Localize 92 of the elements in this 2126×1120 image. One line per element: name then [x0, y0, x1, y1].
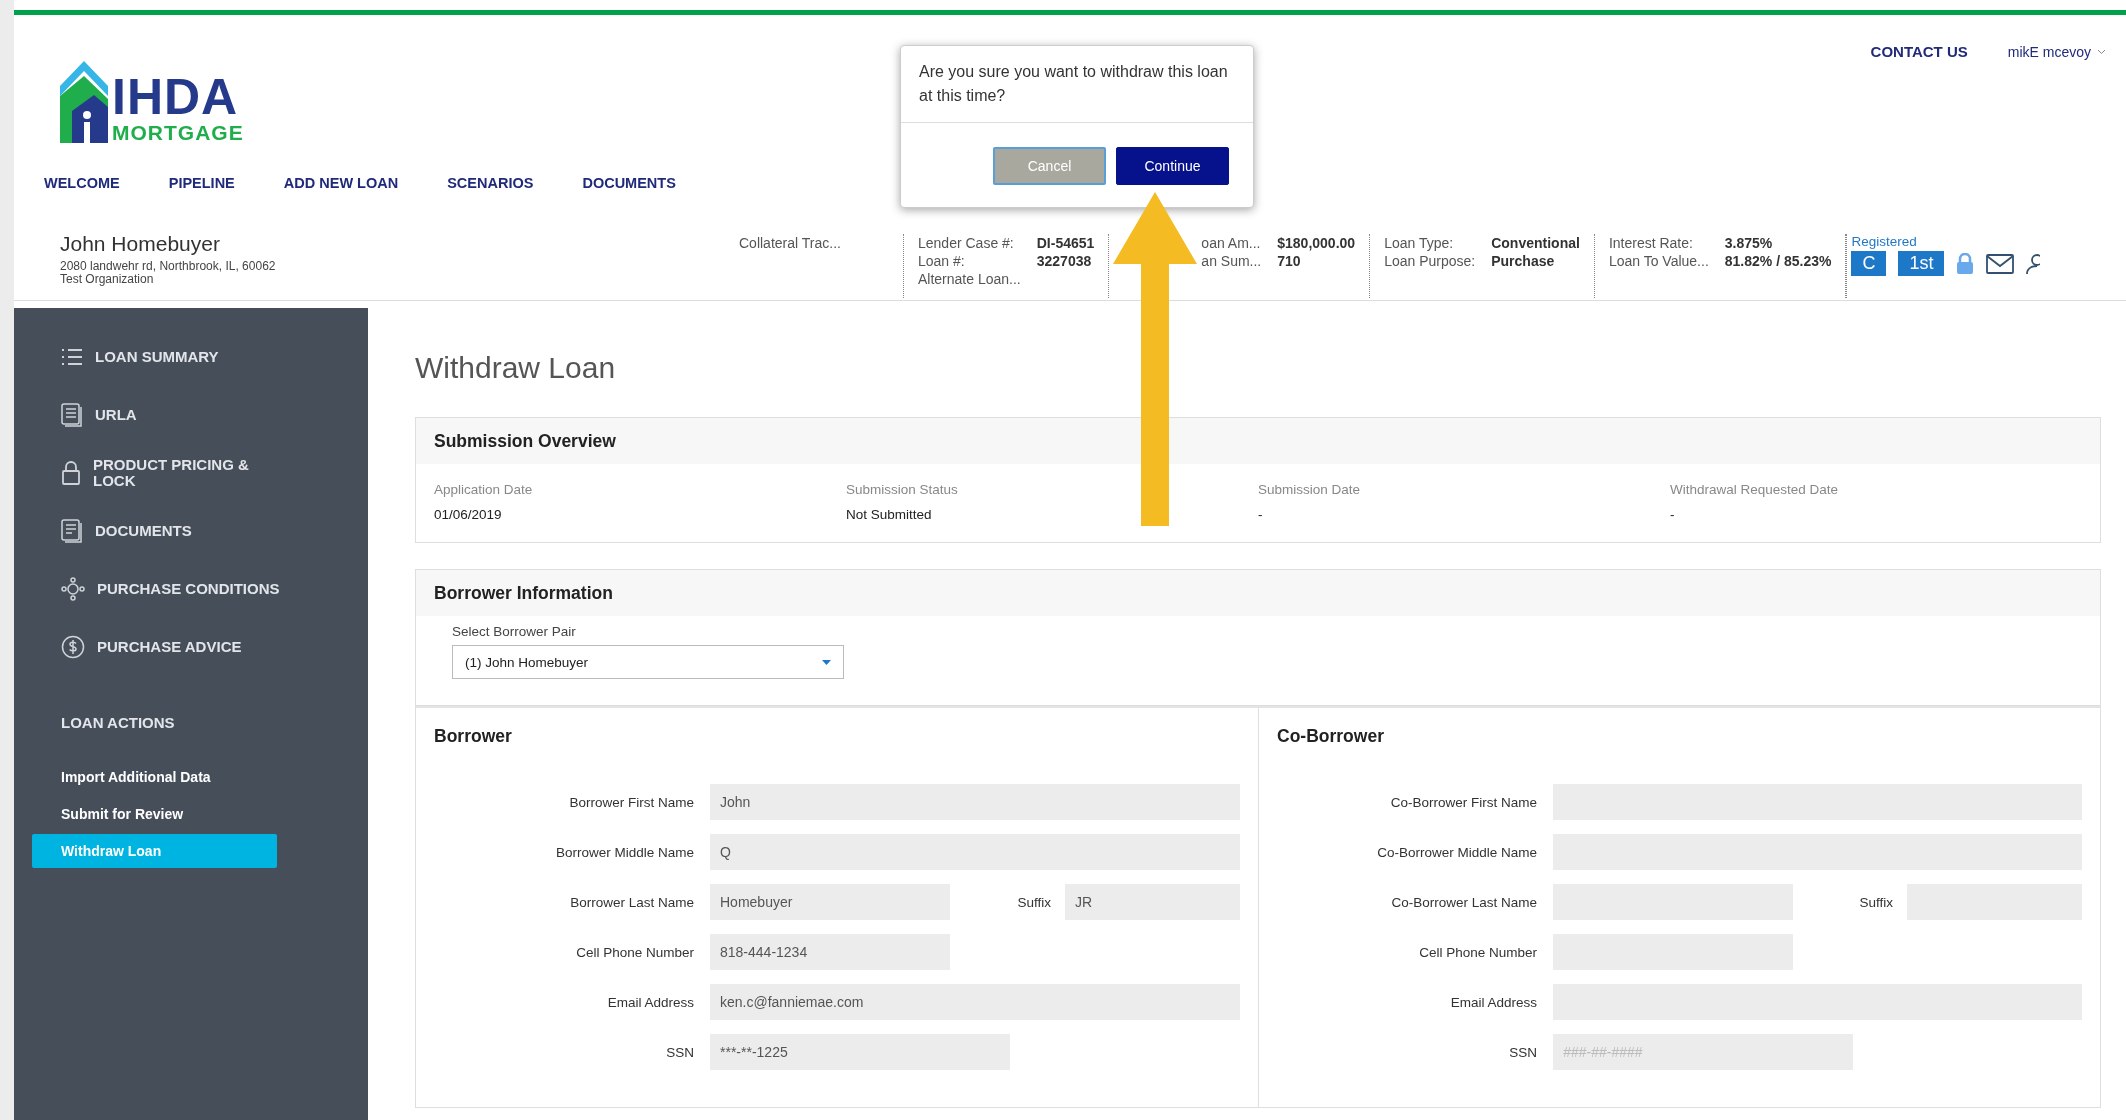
nav-link[interactable]: ADD NEW LOAN [283, 175, 399, 191]
house-icon [60, 61, 108, 143]
card-title: Borrower Information [416, 570, 2100, 616]
info-value: $180,000.00 [1277, 234, 1356, 252]
status-label: Registered [1851, 234, 1918, 249]
field-label: SSN [1508, 1044, 1537, 1060]
info-label: Loan Purpose: [1384, 252, 1476, 270]
field-label: Suffix [1016, 894, 1051, 910]
info-value: 3.875% [1724, 234, 1774, 252]
input-field[interactable]: ***-**-1225 [710, 1034, 1010, 1070]
field-label: Co-Borrower Last Name [1390, 894, 1537, 910]
field-value: Not Submitted [846, 507, 933, 522]
field-label: Borrower First Name [568, 794, 694, 810]
info-label: Lender Case #: [918, 234, 1015, 252]
nav-link[interactable]: PIPELINE [168, 175, 235, 191]
nav-link[interactable]: WELCOME [44, 175, 120, 191]
field-label: Withdrawal Requested Date [1670, 482, 1840, 497]
sidebar-item[interactable]: DOCUMENTS [14, 502, 368, 560]
info-label: Loan Type: [1384, 234, 1455, 252]
field-label: Submission Date [1258, 482, 1362, 497]
logo-name: IHDA [112, 72, 240, 122]
field-label: Email Address [1449, 994, 1537, 1010]
input-field[interactable]: John [710, 784, 1240, 820]
info-label: Interest Rate: [1608, 234, 1694, 252]
logo-tagline: MORTGAGE [112, 122, 244, 143]
field-value: 01/06/2019 [434, 507, 503, 522]
info-label: Loan To Value... [1608, 252, 1709, 270]
field-value: - [1258, 507, 1264, 522]
borrower-name: John Homebuyer [60, 232, 221, 256]
sidebar-item[interactable]: PRODUCT PRICING & LOCK [14, 444, 368, 502]
mail-icon[interactable] [1986, 253, 2015, 274]
field-label: Submission Status [846, 482, 959, 497]
caret-icon [822, 659, 831, 665]
user-menu[interactable]: mikE mcevoy [2007, 43, 2106, 60]
continue-button[interactable]: Continue [1116, 147, 1229, 185]
action-link[interactable]: Submit for Review [32, 797, 277, 831]
contact-link[interactable]: CONTACT US [1870, 43, 1968, 60]
field-label: Cell Phone Number [1418, 944, 1537, 960]
sidebar-item[interactable]: URLA [14, 386, 368, 444]
info-value: Purchase [1491, 252, 1556, 270]
input-field[interactable]: 818-444-1234 [710, 934, 950, 970]
field-label: Co-Borrower Middle Name [1376, 844, 1537, 860]
borrower-address: 2080 landwehr rd, Northbrook, IL, 60062 [60, 260, 277, 273]
status-badge: C [1851, 251, 1887, 276]
action-link[interactable]: Import Additional Data [32, 760, 277, 794]
sidebar-item[interactable]: PURCHASE ADVICE [14, 618, 368, 676]
info-label: Collateral Trac... [739, 234, 842, 252]
list-icon [61, 348, 83, 366]
field-label: Cell Phone Number [575, 944, 694, 960]
section-heading: LOAN ACTIONS [60, 713, 176, 733]
panel-title: Co-Borrower [1277, 726, 1385, 747]
info-value: 710 [1277, 252, 1302, 270]
info-label: Loan #: [918, 252, 966, 270]
lock-icon[interactable] [1956, 252, 1975, 275]
lock-icon [61, 461, 81, 485]
info-value: 3227038 [1036, 252, 1093, 270]
field-value: - [1670, 507, 1676, 522]
person-icon[interactable] [2026, 252, 2041, 275]
dialog-message: Are you sure you want to withdraw this loan at this time? [901, 46, 1253, 123]
sidebar-item[interactable]: PURCHASE CONDITIONS [14, 560, 368, 618]
sidebar-item[interactable]: LOAN SUMMARY [14, 328, 368, 386]
input-field[interactable]: Homebuyer [710, 884, 950, 920]
dollar-icon [61, 635, 85, 659]
chevron-icon [2097, 48, 2106, 55]
input-field[interactable]: Q [710, 834, 1240, 870]
field-label: Select Borrower Pair [452, 624, 577, 639]
input-field[interactable]: JR [1065, 884, 1240, 920]
field-label: Co-Borrower First Name [1389, 794, 1537, 810]
field-label: Application Date [434, 482, 534, 497]
page-title: Withdraw Loan [415, 351, 617, 385]
info-value: Conventional [1491, 234, 1580, 252]
card-title: Submission Overview [416, 418, 2100, 464]
input-field[interactable]: ken.c@fanniemae.com [710, 984, 1240, 1020]
field-label: SSN [665, 1044, 694, 1060]
field-label: Suffix [1858, 894, 1893, 910]
info-label: oan Am... [1201, 234, 1262, 252]
nav-link[interactable]: SCENARIOS [447, 175, 534, 191]
info-label: Alternate Loan... [918, 270, 1021, 288]
document-icon [61, 519, 83, 543]
field-label: Borrower Last Name [569, 894, 694, 910]
panel-title: Borrower [434, 726, 513, 747]
network-icon [61, 577, 85, 601]
borrower-pair-dropdown[interactable]: (1) John Homebuyer [452, 645, 844, 679]
info-value: 81.82% / 85.23% [1724, 252, 1832, 270]
status-badge: 1st [1898, 251, 1945, 276]
field-label: Borrower Middle Name [554, 844, 694, 860]
organization-name: Test Organization [60, 272, 154, 286]
field-label: Email Address [606, 994, 694, 1010]
document-icon [61, 403, 83, 427]
nav-link[interactable]: DOCUMENTS [582, 175, 676, 191]
info-label: an Sum... [1201, 252, 1262, 270]
info-value: DI-54651 [1036, 234, 1095, 252]
